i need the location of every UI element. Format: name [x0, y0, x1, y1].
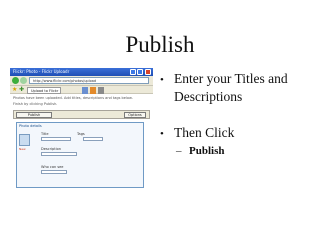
embedded-screenshot: Flickr: Photo - Flickr Uploadr http://ww… [10, 68, 153, 226]
bullet-enter-titles: Enter your Titles and Descriptions [174, 71, 288, 104]
feeds-icon[interactable] [90, 87, 96, 94]
home-icon[interactable] [82, 87, 88, 94]
minimize-icon[interactable] [130, 69, 136, 75]
description-label: Description [41, 147, 61, 151]
browser-tab[interactable]: Upload to Flickr [27, 87, 61, 94]
page-menu[interactable]: Page [106, 87, 124, 103]
title-label: Title [41, 132, 49, 136]
sub-bullet-publish: Publish [189, 145, 225, 157]
sub-bullet-dash: – [176, 145, 182, 157]
window-title-bar: Flickr: Photo - Flickr Uploadr [10, 68, 153, 76]
print-icon[interactable] [98, 87, 104, 94]
window-title: Flickr: Photo - Flickr Uploadr [13, 69, 70, 74]
favorites-star-icon[interactable]: ★ [12, 86, 17, 94]
add-favorite-icon[interactable]: ✚ [19, 86, 24, 94]
photo-thumbnail[interactable] [19, 134, 30, 146]
bullet-glyph: • [160, 128, 164, 140]
title-field[interactable] [41, 137, 71, 141]
bullet-glyph: • [160, 74, 164, 86]
address-bar: http://www.flickr.com/photos/upload [10, 76, 153, 85]
upload-instructions: Photos have been uploaded. Add titles, d… [13, 96, 133, 100]
bullet-then-click: Then Click [174, 125, 235, 140]
favorites-bar: ★ ✚ Upload to Flickr Page Tools [10, 85, 153, 103]
publish-toolbar: Publish Options [13, 110, 150, 119]
description-field[interactable] [41, 152, 77, 156]
tools-menu[interactable]: Tools [126, 87, 144, 103]
options-button[interactable]: Options [124, 112, 146, 118]
photo-tag: New [19, 147, 26, 151]
slide-title: Publish [125, 32, 195, 57]
upload-instructions-2: Finish by clicking Publish. [13, 102, 58, 106]
page-content: Photos have been uploaded. Add titles, d… [10, 94, 153, 226]
photo-details-form: Photo details New Title Tags Description… [16, 122, 144, 188]
tags-label: Tags [77, 132, 85, 136]
forward-icon[interactable] [20, 77, 27, 84]
visibility-label: Who can see [41, 165, 64, 169]
form-header: Photo details [19, 124, 42, 128]
visibility-select[interactable] [41, 170, 67, 174]
address-text: http://www.flickr.com/photos/upload [33, 79, 97, 83]
back-icon[interactable] [12, 77, 19, 84]
address-field[interactable]: http://www.flickr.com/photos/upload [29, 77, 149, 84]
close-icon[interactable] [145, 69, 151, 75]
tags-field[interactable] [83, 137, 103, 141]
publish-button[interactable]: Publish [16, 112, 52, 118]
maximize-icon[interactable] [137, 69, 143, 75]
